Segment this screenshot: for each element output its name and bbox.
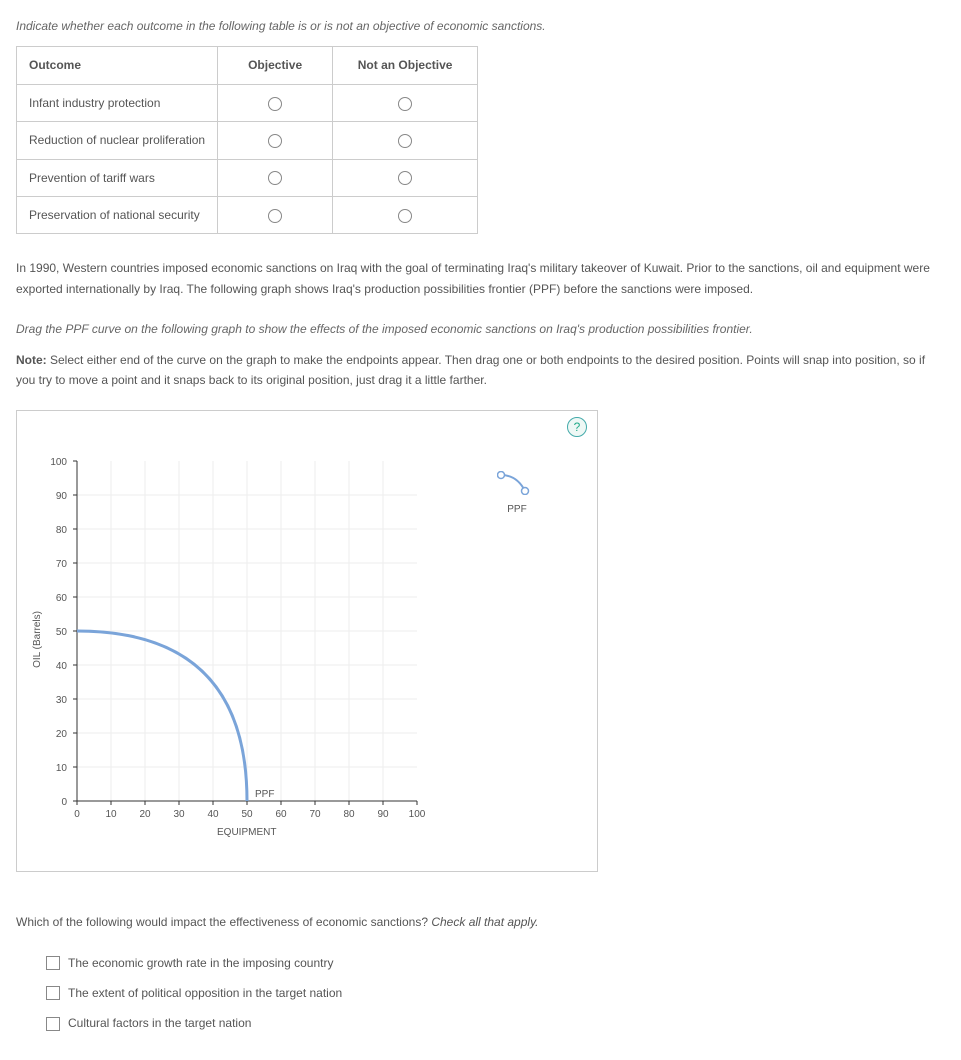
ppf-chart: ? PPF OIL (Barrels) — [16, 410, 598, 872]
svg-text:100: 100 — [409, 809, 426, 820]
svg-text:0: 0 — [74, 809, 80, 820]
svg-text:80: 80 — [56, 525, 68, 536]
svg-text:90: 90 — [56, 491, 68, 502]
svg-text:80: 80 — [343, 809, 355, 820]
svg-text:100: 100 — [50, 457, 67, 468]
svg-text:90: 90 — [377, 809, 389, 820]
note-paragraph: Note: Select either end of the curve on … — [16, 350, 945, 391]
option-label: The extent of political opposition in th… — [68, 983, 342, 1003]
svg-text:30: 30 — [173, 809, 185, 820]
grid-group — [77, 461, 417, 801]
checkbox-1[interactable] — [46, 986, 60, 1000]
svg-text:10: 10 — [56, 763, 68, 774]
radio-objective-0[interactable] — [268, 97, 282, 111]
radio-objective-2[interactable] — [268, 171, 282, 185]
table-row: Prevention of tariff wars — [17, 159, 478, 196]
checkbox-0[interactable] — [46, 956, 60, 970]
outcome-cell: Preservation of national security — [17, 196, 218, 233]
radio-objective-1[interactable] — [268, 134, 282, 148]
y-ticks: 100 90 80 70 60 50 40 30 20 10 0 — [50, 457, 77, 808]
svg-text:20: 20 — [56, 729, 68, 740]
x-ticks: 0 10 20 30 40 50 60 70 80 90 100 — [74, 801, 426, 820]
q2-hint: Check all that apply. — [431, 915, 538, 929]
context-paragraph: In 1990, Western countries imposed econo… — [16, 258, 945, 299]
table-row: Reduction of nuclear proliferation — [17, 122, 478, 159]
svg-text:50: 50 — [56, 627, 68, 638]
legend-tool[interactable]: PPF — [497, 471, 537, 518]
radio-not-objective-3[interactable] — [398, 209, 412, 223]
table-row: Infant industry protection — [17, 84, 478, 121]
y-axis-label: OIL (Barrels) — [29, 611, 46, 668]
svg-text:40: 40 — [207, 809, 219, 820]
instruction-1: Indicate whether each outcome in the fol… — [16, 16, 945, 36]
plot-svg[interactable]: 100 90 80 70 60 50 40 30 20 10 0 — [77, 461, 417, 801]
list-item: The economic growth rate in the imposing… — [46, 953, 945, 973]
question-2-prompt: Which of the following would impact the … — [16, 912, 945, 932]
x-axis-label: EQUIPMENT — [217, 824, 276, 841]
svg-text:70: 70 — [309, 809, 321, 820]
svg-text:60: 60 — [56, 593, 68, 604]
curve-label: PPF — [255, 789, 274, 800]
svg-text:0: 0 — [61, 797, 67, 808]
q2-text: Which of the following would impact the … — [16, 915, 431, 929]
objectives-table: Outcome Objective Not an Objective Infan… — [16, 46, 478, 234]
svg-text:20: 20 — [139, 809, 151, 820]
svg-text:70: 70 — [56, 559, 68, 570]
th-objective: Objective — [218, 47, 333, 84]
instruction-2: Drag the PPF curve on the following grap… — [16, 319, 945, 339]
radio-objective-3[interactable] — [268, 209, 282, 223]
svg-text:50: 50 — [241, 809, 253, 820]
svg-text:10: 10 — [105, 809, 117, 820]
list-item: The extent of political opposition in th… — [46, 983, 945, 1003]
note-text: Select either end of the curve on the gr… — [16, 353, 925, 387]
svg-text:40: 40 — [56, 661, 68, 672]
svg-text:30: 30 — [56, 695, 68, 706]
radio-not-objective-2[interactable] — [398, 171, 412, 185]
ppf-tool-icon — [497, 471, 537, 495]
ppf-curve[interactable] — [77, 631, 247, 801]
th-outcome: Outcome — [17, 47, 218, 84]
table-row: Preservation of national security — [17, 196, 478, 233]
note-label: Note: — [16, 353, 47, 367]
help-icon[interactable]: ? — [567, 417, 587, 437]
outcome-cell: Reduction of nuclear proliferation — [17, 122, 218, 159]
legend-label: PPF — [497, 501, 537, 518]
svg-text:60: 60 — [275, 809, 287, 820]
radio-not-objective-1[interactable] — [398, 134, 412, 148]
option-label: The economic growth rate in the imposing… — [68, 953, 333, 973]
outcome-cell: Prevention of tariff wars — [17, 159, 218, 196]
checkbox-list: The economic growth rate in the imposing… — [16, 953, 945, 1034]
radio-not-objective-0[interactable] — [398, 97, 412, 111]
th-not-objective: Not an Objective — [333, 47, 478, 84]
outcome-cell: Infant industry protection — [17, 84, 218, 121]
